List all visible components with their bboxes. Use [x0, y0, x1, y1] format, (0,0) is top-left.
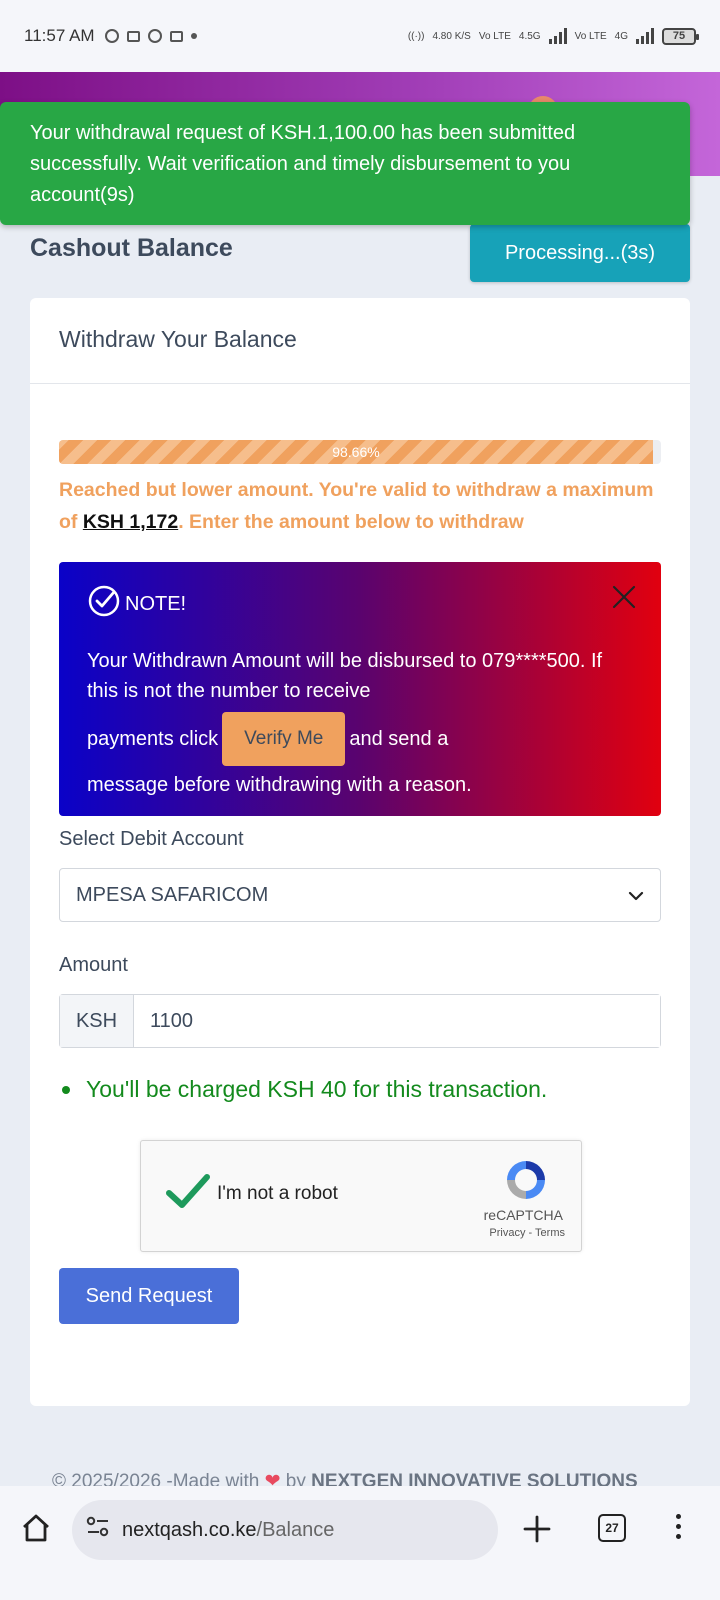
tab-switcher-icon[interactable]: 27 — [598, 1514, 626, 1542]
amount-label: Amount — [59, 954, 128, 976]
check-circle-icon — [87, 584, 121, 624]
whatsapp-icon — [104, 29, 119, 43]
recaptcha-checkbox[interactable] — [165, 1171, 211, 1216]
url-bar[interactable]: nextqash.co.ke/Balance — [72, 1500, 498, 1560]
note-header: NOTE! — [87, 584, 633, 624]
notification-icons — [104, 29, 197, 43]
recaptcha-links: Privacy - Terms — [489, 1227, 565, 1239]
status-bar: 11:57 AM ((·)) 4.80 K/S Vo LTE 4.5G Vo L… — [0, 0, 720, 72]
progress-bar: 98.66% — [59, 440, 661, 464]
volte-label-1: Vo LTE — [478, 30, 511, 42]
debit-account-select[interactable]: MPESA SAFARICOM — [59, 868, 661, 922]
charge-note-text: You'll be charged KSH 40 for this transa… — [86, 1076, 548, 1102]
recaptcha-label: I'm not a robot — [217, 1183, 338, 1204]
terms-link[interactable]: Terms — [535, 1227, 565, 1239]
network-type-1: 4.5G — [518, 30, 541, 42]
amount-input[interactable] — [134, 995, 660, 1047]
page-title: Cashout Balance — [30, 234, 233, 262]
verify-me-button[interactable]: Verify Me — [222, 712, 346, 766]
debit-account-label: Select Debit Account — [59, 828, 244, 850]
home-icon[interactable] — [20, 1512, 52, 1549]
note-line2-post: and send a — [349, 728, 449, 750]
volte-label-2: Vo LTE — [574, 30, 607, 42]
app-icon — [169, 30, 183, 42]
note-line2: payments click Verify Me and send a — [87, 708, 633, 770]
more-menu-icon[interactable] — [676, 1514, 681, 1539]
max-amount-link[interactable]: KSH 1,172 — [83, 511, 178, 533]
currency-prefix: KSH — [60, 995, 134, 1047]
processing-button[interactable]: Processing...(3s) — [470, 224, 690, 282]
recaptcha-brand: reCAPTCHA — [483, 1207, 563, 1223]
url-domain: nextqash.co.ke — [122, 1518, 257, 1541]
note-line2-pre: payments click — [87, 728, 219, 750]
chevron-down-icon — [628, 884, 644, 907]
charge-note: You'll be charged KSH 40 for this transa… — [62, 1076, 547, 1103]
close-icon[interactable] — [611, 584, 637, 615]
status-right: ((·)) 4.80 K/S Vo LTE 4.5G Vo LTE 4G 75 — [407, 27, 699, 45]
note-line1: Your Withdrawn Amount will be disbursed … — [87, 650, 603, 702]
more-notifications-icon — [190, 33, 197, 39]
success-toast[interactable]: Your withdrawal request of KSH.1,100.00 … — [0, 102, 690, 225]
send-request-button[interactable]: Send Request — [59, 1268, 239, 1324]
note-body: Your Withdrawn Amount will be disbursed … — [87, 646, 633, 800]
bullet-icon — [62, 1085, 70, 1094]
battery-icon: 75 — [662, 27, 699, 45]
amount-group: KSH — [59, 994, 661, 1048]
browser-toolbar: nextqash.co.ke/Balance 27 — [0, 1486, 720, 1600]
recaptcha-widget: I'm not a robot reCAPTCHA Privacy - Term… — [140, 1140, 582, 1252]
network-speed: 4.80 K/S — [432, 30, 471, 42]
play-icon — [147, 29, 162, 43]
hotspot-icon: ((·)) — [407, 30, 425, 42]
privacy-link[interactable]: Privacy — [489, 1227, 525, 1239]
heart-icon: ❤ — [264, 1471, 281, 1486]
note-line3: message before withdrawing with a reason… — [87, 774, 472, 796]
footer-credit: © 2025/2026 -Made with ❤ by NEXTGEN INNO… — [52, 1470, 692, 1486]
company-name: NEXTGEN INNOVATIVE SOLUTIONS — [311, 1471, 638, 1486]
new-tab-icon[interactable] — [522, 1514, 552, 1549]
recaptcha-logo-icon — [503, 1157, 549, 1208]
video-icon — [126, 30, 140, 42]
signal-icon — [548, 28, 567, 44]
url-path: /Balance — [256, 1518, 335, 1541]
card-header: Withdraw Your Balance — [30, 298, 690, 384]
site-settings-icon[interactable] — [86, 1516, 110, 1544]
debit-account-value: MPESA SAFARICOM — [76, 883, 269, 906]
withdraw-card: Withdraw Your Balance 98.66% Reached but… — [30, 298, 690, 1406]
network-type-2: 4G — [614, 30, 628, 42]
note-title: NOTE! — [125, 592, 187, 615]
status-time: 11:57 AM — [24, 26, 95, 45]
reached-message: Reached but lower amount. You're valid t… — [59, 474, 669, 538]
reached-post: . Enter the amount below to withdraw — [178, 511, 524, 533]
note-box: NOTE! Your Withdrawn Amount will be disb… — [59, 562, 661, 816]
progress-fill: 98.66% — [59, 440, 653, 464]
signal-icon-2 — [636, 28, 654, 44]
